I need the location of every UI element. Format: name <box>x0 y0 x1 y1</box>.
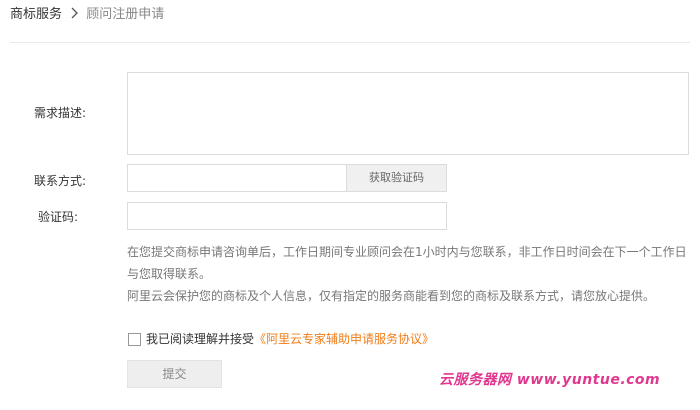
notice-privacy: 阿里云会保护您的商标及个人信息，仅有指定的服务商能看到您的商标及联系方式，请您放… <box>127 289 656 303</box>
verification-code-label: 验证码: <box>37 210 78 224</box>
watermark-en: www.yuntue.com <box>516 372 661 388</box>
agreement-link[interactable]: 《阿里云专家辅助申请服务协议》 <box>254 332 434 346</box>
description-label: 需求描述: <box>33 106 86 120</box>
chevron-right-icon <box>71 7 79 19</box>
contact-input[interactable] <box>128 165 346 191</box>
description-field <box>127 72 689 155</box>
watermark-cn: 云服务器网 <box>439 372 512 388</box>
breadcrumb-current: 顾问注册申请 <box>86 7 165 22</box>
notice-response-time: 在您提交商标申请咨询单后，工作日期间专业顾问会在1小时内与您联系，非工作日时间会… <box>127 245 687 281</box>
verification-code-input[interactable] <box>128 203 446 229</box>
submit-button[interactable]: 提交 <box>127 360 222 388</box>
get-verification-code-button[interactable]: 获取验证码 <box>346 164 447 192</box>
description-textarea[interactable] <box>128 73 688 154</box>
header-divider <box>10 42 690 43</box>
breadcrumb: 商标服务 顾问注册申请 <box>10 4 164 26</box>
verification-code-field <box>127 202 447 230</box>
breadcrumb-item-trademark-service[interactable]: 商标服务 <box>10 7 62 22</box>
watermark: 云服务器网 www.yuntue.com <box>439 369 660 389</box>
agreement-text: 我已阅读理解并接受《阿里云专家辅助申请服务协议》 <box>146 331 434 348</box>
agreement-checkbox[interactable] <box>128 333 141 346</box>
contact-label: 联系方式: <box>33 174 86 188</box>
agreement-label: 我已阅读理解并接受 <box>146 332 255 346</box>
contact-field <box>127 164 347 192</box>
